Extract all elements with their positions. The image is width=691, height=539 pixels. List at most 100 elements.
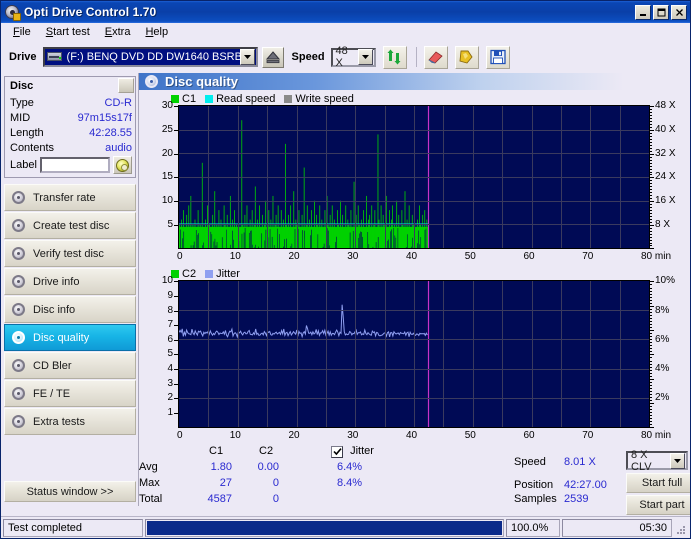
cd-icon: [116, 158, 129, 172]
y2-tick-mark: [650, 281, 654, 283]
menu-start-test[interactable]: Start test: [39, 25, 97, 39]
chevron-down-icon[interactable]: [357, 49, 373, 65]
eject-button[interactable]: [261, 46, 284, 68]
y2-tick-mark: [650, 186, 652, 188]
sidebar-item-transfer-rate[interactable]: Transfer rate: [4, 184, 136, 211]
erase-button[interactable]: [423, 45, 448, 69]
x-tick-label: 60: [523, 251, 535, 263]
title-bar: Opti Drive Control 1.70: [1, 1, 690, 23]
maximize-button[interactable]: [653, 4, 669, 20]
y2-tick-mark: [650, 121, 652, 123]
y-tick-label: 10: [161, 195, 173, 207]
y2-tick-mark: [650, 224, 654, 226]
y2-tick-mark: [650, 165, 652, 167]
grid-line-vertical: [532, 281, 533, 428]
c2-jitter-chart[interactable]: 1 2 3 4 5 6 7 8 9 10 2% 4% 6% 8% 10% 0 10 20 30 40 50 60 70 8…: [145, 276, 686, 443]
jitter-checkbox[interactable]: Jitter: [331, 445, 374, 458]
eraser-icon: [427, 51, 443, 64]
y-tick-mark: [174, 383, 178, 385]
y-tick-mark: [174, 310, 178, 312]
drive-label: Drive: [9, 51, 37, 63]
elapsed-time: 05:30: [562, 518, 672, 537]
menu-help[interactable]: Help: [138, 25, 175, 39]
minimize-button[interactable]: [635, 4, 651, 20]
y2-tick-mark: [650, 393, 652, 395]
sidebar-item-fe-te[interactable]: FE / TE: [4, 380, 136, 407]
y2-tick-mark: [650, 418, 652, 420]
c1-plot-area[interactable]: [178, 105, 650, 250]
y2-tick-mark: [650, 209, 652, 211]
resize-grip-icon[interactable]: [674, 519, 688, 537]
stats-header-c1: C1: [209, 445, 224, 458]
y-tick-label: 5: [167, 218, 173, 230]
y2-tick-mark: [650, 311, 652, 313]
y2-tick-mark: [650, 141, 652, 143]
grid-line-vertical: [238, 281, 239, 428]
sidebar-item-extra-tests[interactable]: Extra tests: [4, 408, 136, 435]
status-window-button[interactable]: Status window >>: [4, 481, 136, 502]
y2-tick-mark: [650, 363, 652, 365]
c2-chart-legend: C2 Jitter: [145, 267, 686, 280]
y2-tick-mark: [650, 366, 652, 368]
save-button[interactable]: [485, 45, 510, 69]
y-tick-mark: [174, 224, 178, 226]
grid-line-horizontal: [179, 310, 649, 312]
y2-tick-mark: [650, 147, 652, 149]
sidebar: Disc Type CD-R MID 97m15s17f Length 42:2…: [1, 73, 138, 506]
y2-tick-mark: [650, 127, 652, 129]
y2-tick-mark: [650, 390, 652, 392]
disc-row-mid: MID 97m15s17f: [10, 111, 132, 125]
speed-select[interactable]: 48 X: [330, 45, 376, 69]
y2-tick-mark: [650, 403, 654, 405]
disc-panel-button[interactable]: [118, 78, 134, 93]
y2-tick-mark: [650, 233, 652, 235]
close-button[interactable]: [671, 4, 687, 20]
start-full-button[interactable]: Start full: [626, 473, 690, 494]
jitter-checkbox-box[interactable]: [331, 445, 343, 458]
toolbar-separator: [415, 47, 417, 67]
y2-tick-mark: [650, 372, 652, 374]
y2-tick-mark: [650, 118, 652, 120]
sidebar-item-verify-test-disc[interactable]: Verify test disc: [4, 240, 136, 267]
refresh-button[interactable]: [382, 45, 407, 69]
sidebar-item-disc-quality[interactable]: Disc quality: [4, 324, 136, 351]
y2-tick-mark: [650, 201, 654, 203]
y2-tick-mark: [650, 204, 652, 206]
x-tick-label: 70: [582, 251, 594, 263]
x-tick-label: 80 min: [641, 430, 672, 442]
disc-icon: [12, 274, 26, 289]
menu-extra[interactable]: Extra: [98, 25, 138, 39]
chevron-down-icon[interactable]: [670, 452, 685, 469]
y-tick-mark: [174, 325, 178, 327]
bookmark-button[interactable]: [454, 45, 479, 69]
grid-line-horizontal: [179, 339, 649, 341]
c1-chart[interactable]: 5 10 15 20 25 30 8 X 16 X 24 X 32 X 40 X 48 X 0 10 2…: [145, 101, 686, 265]
y2-tick-mark: [650, 360, 652, 362]
test-speed-select[interactable]: 8 X CLV: [626, 448, 688, 473]
sidebar-item-disc-info[interactable]: Disc info: [4, 296, 136, 323]
legend-label-c2: C2: [182, 267, 197, 280]
c2-plot-area[interactable]: [178, 280, 650, 429]
chevron-down-icon[interactable]: [239, 49, 255, 65]
sidebar-item-cd-bler[interactable]: CD Bler: [4, 352, 136, 379]
y2-tick-label: 24 X: [655, 171, 676, 183]
legend-swatch-write-speed: [284, 94, 293, 103]
test-speed-value: 8 X CLV: [631, 448, 652, 473]
disc-label-input[interactable]: [39, 157, 110, 173]
sidebar-item-label: Create test disc: [33, 219, 110, 232]
y2-tick-mark: [650, 215, 652, 217]
start-part-button[interactable]: Start part: [626, 495, 690, 516]
y-tick-mark: [174, 354, 178, 356]
y2-tick-mark: [650, 130, 654, 132]
y-tick-mark: [174, 398, 178, 400]
y2-tick-mark: [650, 195, 652, 197]
window-title: Opti Drive Control 1.70: [24, 5, 157, 19]
sidebar-item-drive-info[interactable]: Drive info: [4, 268, 136, 295]
sidebar-item-create-test-disc[interactable]: Create test disc: [4, 212, 136, 239]
drive-select[interactable]: (F:) BENQ DVD DD DW1640 BSRB: [42, 47, 258, 67]
menu-file[interactable]: File: [6, 25, 38, 39]
speed-select-value: 48 X: [335, 45, 348, 69]
disc-icon: [12, 190, 26, 205]
y-tick-label: 7: [167, 319, 173, 331]
read-label-button[interactable]: [113, 156, 132, 174]
